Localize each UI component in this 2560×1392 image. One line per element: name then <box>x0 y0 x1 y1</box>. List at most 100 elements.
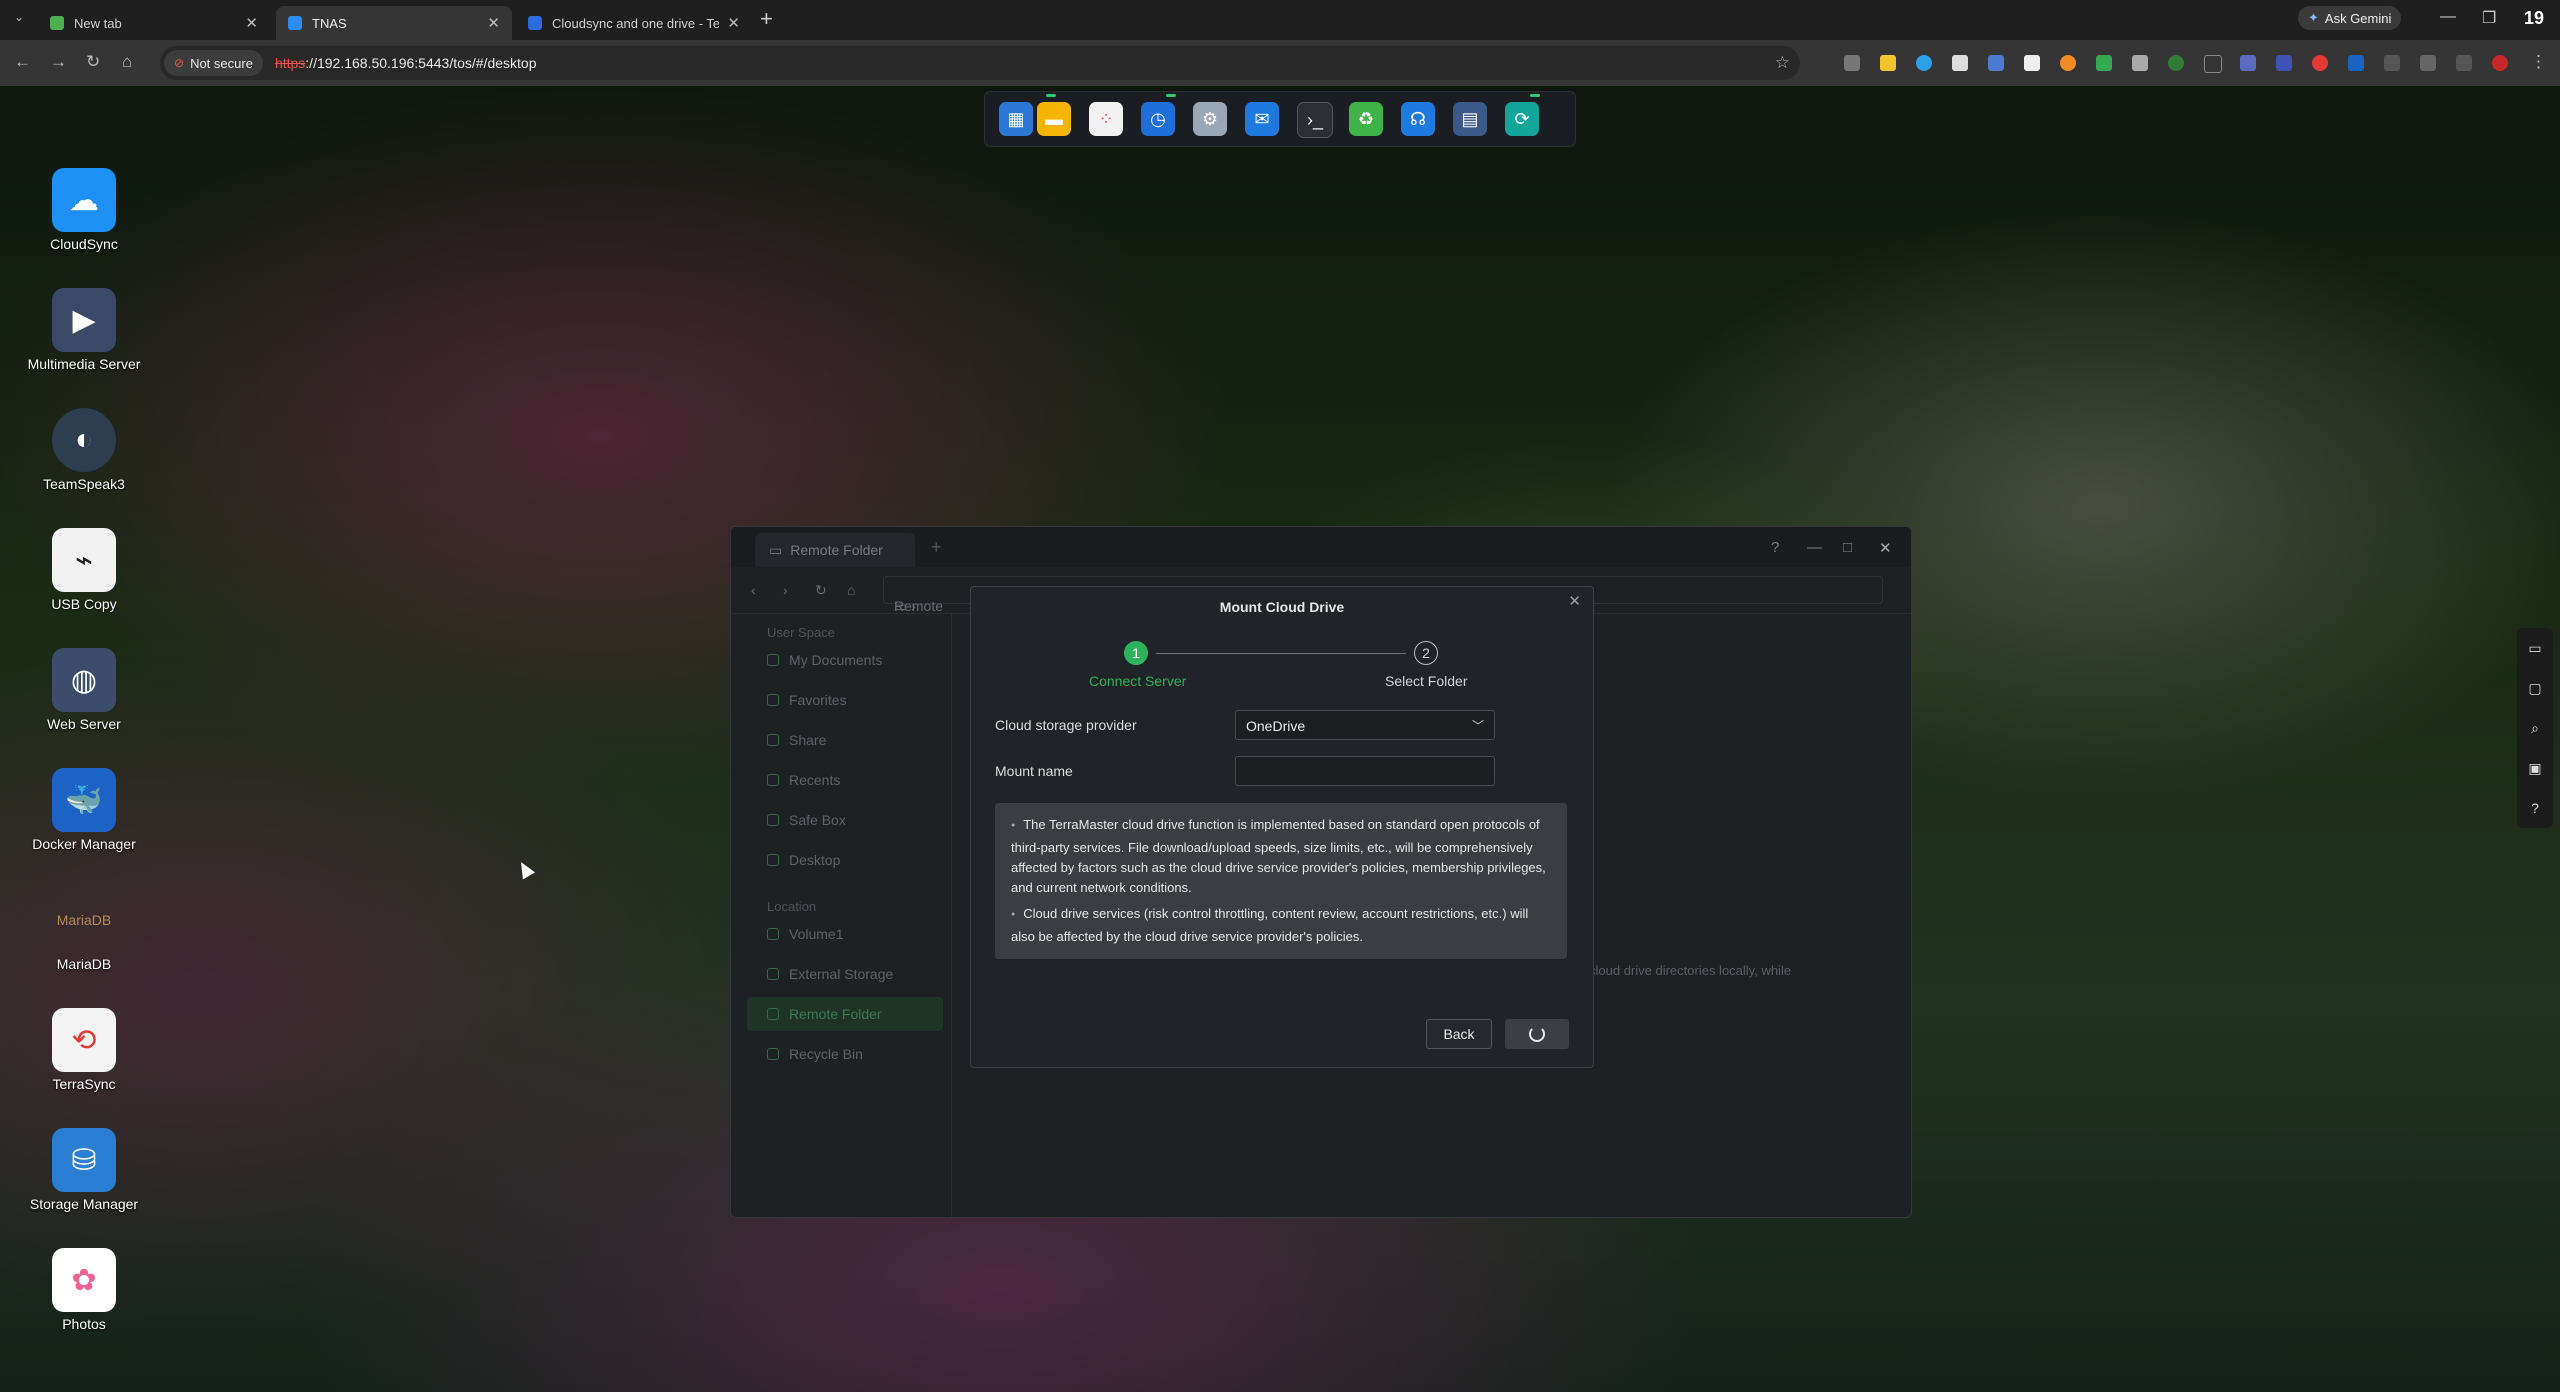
browser-menu-icon[interactable]: ⋮ <box>2530 52 2547 72</box>
storage-manager-icon[interactable]: ⛁ <box>52 1128 116 1192</box>
sync-icon[interactable]: ⟳ <box>1505 102 1539 136</box>
storage-icon[interactable]: ▤ <box>1453 102 1487 136</box>
help-icon[interactable]: ? <box>1771 539 1779 556</box>
extension-red-icon[interactable] <box>2312 55 2328 71</box>
sidebar-item-label: Favorites <box>789 692 847 708</box>
sidebar-item-safe-box[interactable]: Safe Box <box>747 803 943 837</box>
help-icon[interactable]: ? <box>2517 788 2553 828</box>
close-tab-icon[interactable]: ✕ <box>487 14 500 32</box>
mariadb-icon[interactable]: MariaDB <box>52 888 116 952</box>
bookmark-star-icon[interactable]: ☆ <box>1775 53 1790 73</box>
forward-arrow-icon[interactable]: → <box>50 52 67 72</box>
extension-puzzle-icon[interactable] <box>2240 55 2256 71</box>
refresh-icon[interactable]: ↻ <box>815 582 827 599</box>
sidebar-item-recycle-bin[interactable]: Recycle Bin <box>747 1037 943 1071</box>
close-icon[interactable]: ✕ <box>1879 539 1892 557</box>
tab-new-tab[interactable]: New tab ✕ <box>38 6 270 40</box>
sidebar-item-recents[interactable]: Recents <box>747 763 943 797</box>
url-protocol: https <box>274 55 306 71</box>
back-button[interactable]: Back <box>1426 1019 1492 1049</box>
multimedia-server-icon[interactable]: ▶ <box>52 288 116 352</box>
extension-translate-icon[interactable] <box>1988 55 2004 71</box>
file-manager-icon[interactable]: ▬ <box>1037 102 1071 136</box>
headset-icon[interactable]: ☊ <box>1401 102 1435 136</box>
minimize-icon[interactable]: — <box>2440 8 2456 26</box>
home-icon[interactable]: ⌂ <box>122 52 132 72</box>
extension-mail-icon[interactable] <box>1844 55 1860 71</box>
extension-m-icon[interactable] <box>2348 55 2364 71</box>
extension-shield-icon[interactable] <box>2132 55 2148 71</box>
tab-tnas[interactable]: TNAS ✕ <box>276 6 512 40</box>
web-server-icon[interactable]: ◍ <box>52 648 116 712</box>
address-bar[interactable]: ⊘ Not secure https://192.168.50.196:5443… <box>160 46 1800 80</box>
time-machine-icon[interactable]: ◷ <box>1141 102 1175 136</box>
sidebar-item-desktop[interactable]: Desktop <box>747 843 943 877</box>
extension-notes-icon[interactable] <box>1880 55 1896 71</box>
sidebar-item-volume1[interactable]: Volume1 <box>747 917 943 951</box>
reload-icon[interactable]: ↻ <box>86 52 100 72</box>
forward-arrow-icon[interactable]: › <box>783 582 788 598</box>
tab-cloudsync-article[interactable]: Cloudsync and one drive - Terra ✕ <box>516 6 752 40</box>
teamspeak-icon[interactable]: ◐ <box>52 408 116 472</box>
extension-green-icon[interactable] <box>2168 55 2184 71</box>
extension-blue-icon[interactable] <box>2276 55 2292 71</box>
chat-icon[interactable]: ▢ <box>2517 668 2553 708</box>
extension-doc-icon[interactable] <box>2024 55 2040 71</box>
settings-icon[interactable]: ⚙ <box>1193 102 1227 136</box>
control-panel-icon[interactable]: ▦ <box>999 102 1033 136</box>
widget-icon[interactable]: ▣ <box>2517 748 2553 788</box>
not-secure-badge[interactable]: ⊘ Not secure <box>164 50 263 76</box>
home-icon[interactable]: ⌂ <box>847 582 855 598</box>
sidebar-item-external-storage[interactable]: External Storage <box>747 957 943 991</box>
terminal-icon[interactable]: ›_ <box>1297 102 1333 138</box>
app-center-icon[interactable]: ⁘ <box>1089 102 1123 136</box>
app-label: CloudSync <box>50 236 118 252</box>
extension-cam-icon[interactable] <box>2204 55 2222 73</box>
new-tab-button[interactable]: + <box>760 8 773 30</box>
trash-icon <box>767 1048 779 1060</box>
back-arrow-icon[interactable]: ‹ <box>751 582 756 598</box>
download-icon[interactable] <box>2456 55 2472 71</box>
app-label: USB Copy <box>51 596 117 612</box>
add-tab-icon[interactable]: + <box>931 537 942 558</box>
mail-icon[interactable]: ✉ <box>1245 102 1279 136</box>
sidebar-item-favorites[interactable]: Favorites <box>747 683 943 717</box>
sidebar-item-share[interactable]: Share <box>747 723 943 757</box>
search-icon[interactable]: ⌕ <box>2517 708 2553 748</box>
tab-remote-folder[interactable]: ▭ Remote Folder <box>755 533 915 567</box>
photos-icon[interactable]: ✿ <box>52 1248 116 1312</box>
message-icon[interactable]: ▭ <box>2517 628 2553 668</box>
close-tab-icon[interactable]: ✕ <box>245 14 258 32</box>
extension-honey-icon[interactable] <box>2060 55 2076 71</box>
ask-gemini-button[interactable]: ✦ Ask Gemini <box>2298 6 2402 30</box>
new-tab-favicon-icon <box>50 16 64 30</box>
maximize-icon[interactable]: □ <box>1843 539 1852 556</box>
close-tab-icon[interactable]: ✕ <box>727 14 740 32</box>
tab-search-icon[interactable]: ⌄ <box>10 10 28 28</box>
sidebar-item-label: My Documents <box>789 652 883 668</box>
cloudsync-icon[interactable]: ☁ <box>52 168 116 232</box>
restore-icon[interactable]: ❐ <box>2482 8 2496 28</box>
docker-icon[interactable]: 🐳 <box>52 768 116 832</box>
mount-name-label: Mount name <box>995 763 1073 779</box>
recycle-icon[interactable]: ♻ <box>1349 102 1383 136</box>
provider-select[interactable]: OneDrive ﹀ <box>1235 710 1495 740</box>
extension-safari-icon[interactable] <box>1916 55 1932 71</box>
file-manager-sidebar: User Space My Documents Favorites Share … <box>731 613 952 1217</box>
step-1-indicator: 1 <box>1124 641 1148 665</box>
extensions-menu-icon[interactable] <box>2384 55 2400 71</box>
close-icon[interactable]: ✕ <box>1568 592 1581 610</box>
extension-drive-icon[interactable] <box>2096 55 2112 71</box>
notice-text-2: Cloud drive services (risk control throt… <box>1011 904 1551 947</box>
password-key-icon[interactable] <box>2420 55 2436 71</box>
back-arrow-icon[interactable]: ← <box>14 52 31 72</box>
next-button-loading[interactable] <box>1505 1019 1569 1049</box>
mount-name-input[interactable] <box>1235 756 1495 786</box>
extension-vpn-icon[interactable] <box>1952 55 1968 71</box>
profile-avatar-icon[interactable] <box>2492 55 2508 71</box>
usb-copy-icon[interactable]: ⌁ <box>52 528 116 592</box>
terrasync-icon[interactable]: ⟲ <box>52 1008 116 1072</box>
sidebar-item-my-documents[interactable]: My Documents <box>747 643 943 677</box>
minimize-icon[interactable]: — <box>1807 539 1822 556</box>
sidebar-item-remote-folder[interactable]: Remote Folder <box>747 997 943 1031</box>
